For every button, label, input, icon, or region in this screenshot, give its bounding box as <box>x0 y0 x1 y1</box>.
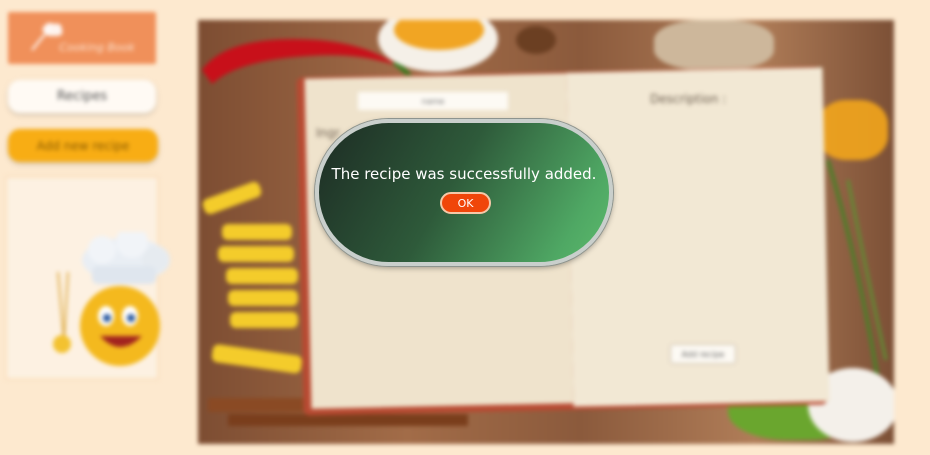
pasta-icon <box>202 181 302 374</box>
add-new-recipe-button[interactable]: Add new recipe <box>8 129 158 162</box>
chef-emoji-icon <box>53 232 170 366</box>
logo-text: Cooking Book <box>59 40 135 54</box>
success-dialog: The recipe was successfully added. OK <box>315 119 613 266</box>
ingredients-label: Ingr <box>316 126 340 140</box>
app-logo: Cooking Book <box>8 12 156 64</box>
success-message: The recipe was successfully added. <box>331 165 597 183</box>
ok-button[interactable]: OK <box>440 192 491 214</box>
herbs-icon <box>826 160 888 380</box>
name-input[interactable]: name <box>358 92 508 110</box>
recipes-button[interactable]: Recipes <box>8 80 156 113</box>
add-recipe-button[interactable]: Add recipe <box>670 344 736 364</box>
description-label: Description : <box>650 92 727 106</box>
